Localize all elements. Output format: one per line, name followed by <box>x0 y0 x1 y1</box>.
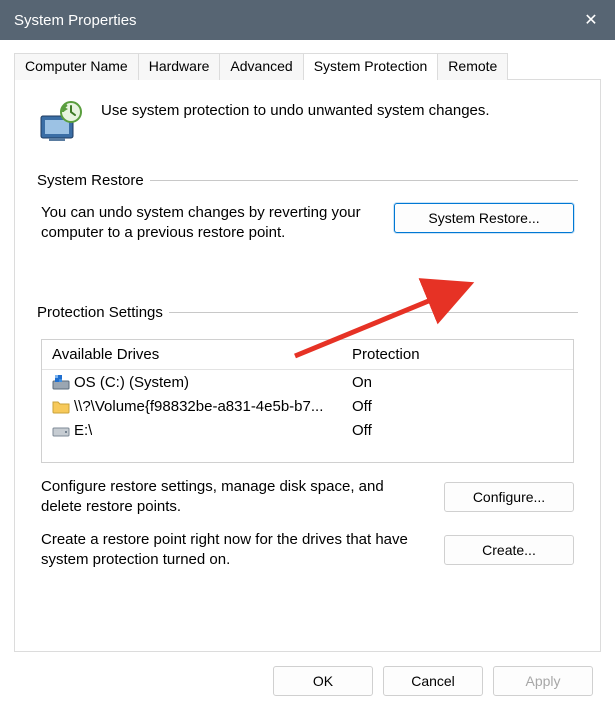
tab-remote[interactable]: Remote <box>437 53 508 80</box>
ok-button[interactable]: OK <box>273 666 373 696</box>
table-row[interactable]: OS (C:) (System) On <box>42 370 573 394</box>
group-title-system-restore: System Restore <box>37 172 144 189</box>
tab-strip: Computer Name Hardware Advanced System P… <box>14 52 601 80</box>
system-restore-button[interactable]: System Restore... <box>394 203 574 233</box>
drive-label: OS (C:) (System) <box>74 374 189 391</box>
group-title-protection-settings: Protection Settings <box>37 304 163 321</box>
tab-advanced[interactable]: Advanced <box>219 53 303 80</box>
drive-protection: On <box>352 374 563 391</box>
drive-protection: Off <box>352 422 563 439</box>
system-protection-icon <box>37 98 83 144</box>
drive-label: E:\ <box>74 422 92 439</box>
titlebar: System Properties ✕ <box>0 0 615 40</box>
intro-text: Use system protection to undo unwanted s… <box>101 98 490 119</box>
group-protection-settings: Protection Settings Available Drives Pro… <box>37 304 578 569</box>
drives-header-row: Available Drives Protection <box>42 340 573 370</box>
tab-system-protection[interactable]: System Protection <box>303 53 439 80</box>
tab-panel-system-protection: Use system protection to undo unwanted s… <box>14 80 601 652</box>
apply-button[interactable]: Apply <box>493 666 593 696</box>
group-header-protection-settings: Protection Settings <box>37 304 578 321</box>
create-row: Create a restore point right now for the… <box>41 530 574 569</box>
close-icon: ✕ <box>584 10 597 30</box>
group-system-restore: System Restore You can undo system chang… <box>37 172 578 242</box>
cancel-button[interactable]: Cancel <box>383 666 483 696</box>
configure-button[interactable]: Configure... <box>444 482 574 512</box>
configure-row: Configure restore settings, manage disk … <box>41 477 574 516</box>
create-button[interactable]: Create... <box>444 535 574 565</box>
disk-windows-icon <box>52 373 70 391</box>
column-header-drives[interactable]: Available Drives <box>52 346 352 363</box>
close-button[interactable]: ✕ <box>567 0 615 40</box>
divider <box>150 180 578 181</box>
create-description: Create a restore point right now for the… <box>41 530 428 569</box>
drive-protection: Off <box>352 398 563 415</box>
disk-icon <box>52 421 70 439</box>
window-title: System Properties <box>14 12 137 29</box>
dialog-button-bar: OK Cancel Apply <box>14 652 601 710</box>
group-header-system-restore: System Restore <box>37 172 578 189</box>
configure-description: Configure restore settings, manage disk … <box>41 477 428 516</box>
tab-hardware[interactable]: Hardware <box>138 53 221 80</box>
folder-icon <box>52 397 70 415</box>
table-row[interactable]: \\?\Volume{f98832be-a831-4e5b-b7... Off <box>42 394 573 418</box>
tab-computer-name[interactable]: Computer Name <box>14 53 139 80</box>
column-header-protection[interactable]: Protection <box>352 346 563 363</box>
drives-table: Available Drives Protection <box>41 339 574 463</box>
intro-row: Use system protection to undo unwanted s… <box>37 98 578 144</box>
table-row[interactable]: E:\ Off <box>42 418 573 442</box>
drive-label: \\?\Volume{f98832be-a831-4e5b-b7... <box>74 398 323 415</box>
divider <box>169 312 578 313</box>
system-restore-description: You can undo system changes by reverting… <box>41 203 378 242</box>
dialog-body: Computer Name Hardware Advanced System P… <box>0 40 615 710</box>
